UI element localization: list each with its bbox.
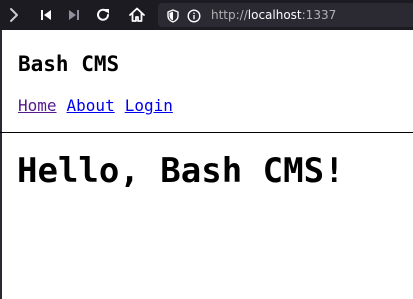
skip-back-icon[interactable] xyxy=(36,5,56,25)
skip-forward-icon[interactable] xyxy=(64,5,84,25)
url-text[interactable]: http://localhost:1337 xyxy=(211,7,336,23)
browser-toolbar: http://localhost:1337 xyxy=(0,0,413,30)
shield-icon[interactable] xyxy=(166,8,180,23)
nav-link-home[interactable]: Home xyxy=(18,96,57,115)
url-scheme: http:// xyxy=(211,8,248,22)
site-title: Bash CMS xyxy=(18,52,120,76)
page-heading: Hello, Bash CMS! xyxy=(17,151,345,191)
address-bar[interactable]: http://localhost:1337 xyxy=(158,3,413,27)
site-nav: Home About Login xyxy=(18,96,183,116)
home-icon[interactable] xyxy=(127,5,147,25)
nav-link-about[interactable]: About xyxy=(67,96,115,115)
url-port: :1337 xyxy=(301,8,337,22)
info-icon[interactable] xyxy=(187,8,201,23)
divider xyxy=(0,132,413,133)
page-viewport: Bash CMS Home About Login Hello, Bash CMS! xyxy=(0,30,413,299)
url-host: localhost xyxy=(247,8,302,22)
forward-icon[interactable] xyxy=(4,5,24,25)
reload-icon[interactable] xyxy=(93,5,113,25)
nav-link-login[interactable]: Login xyxy=(125,96,173,115)
window-edge xyxy=(0,30,2,299)
